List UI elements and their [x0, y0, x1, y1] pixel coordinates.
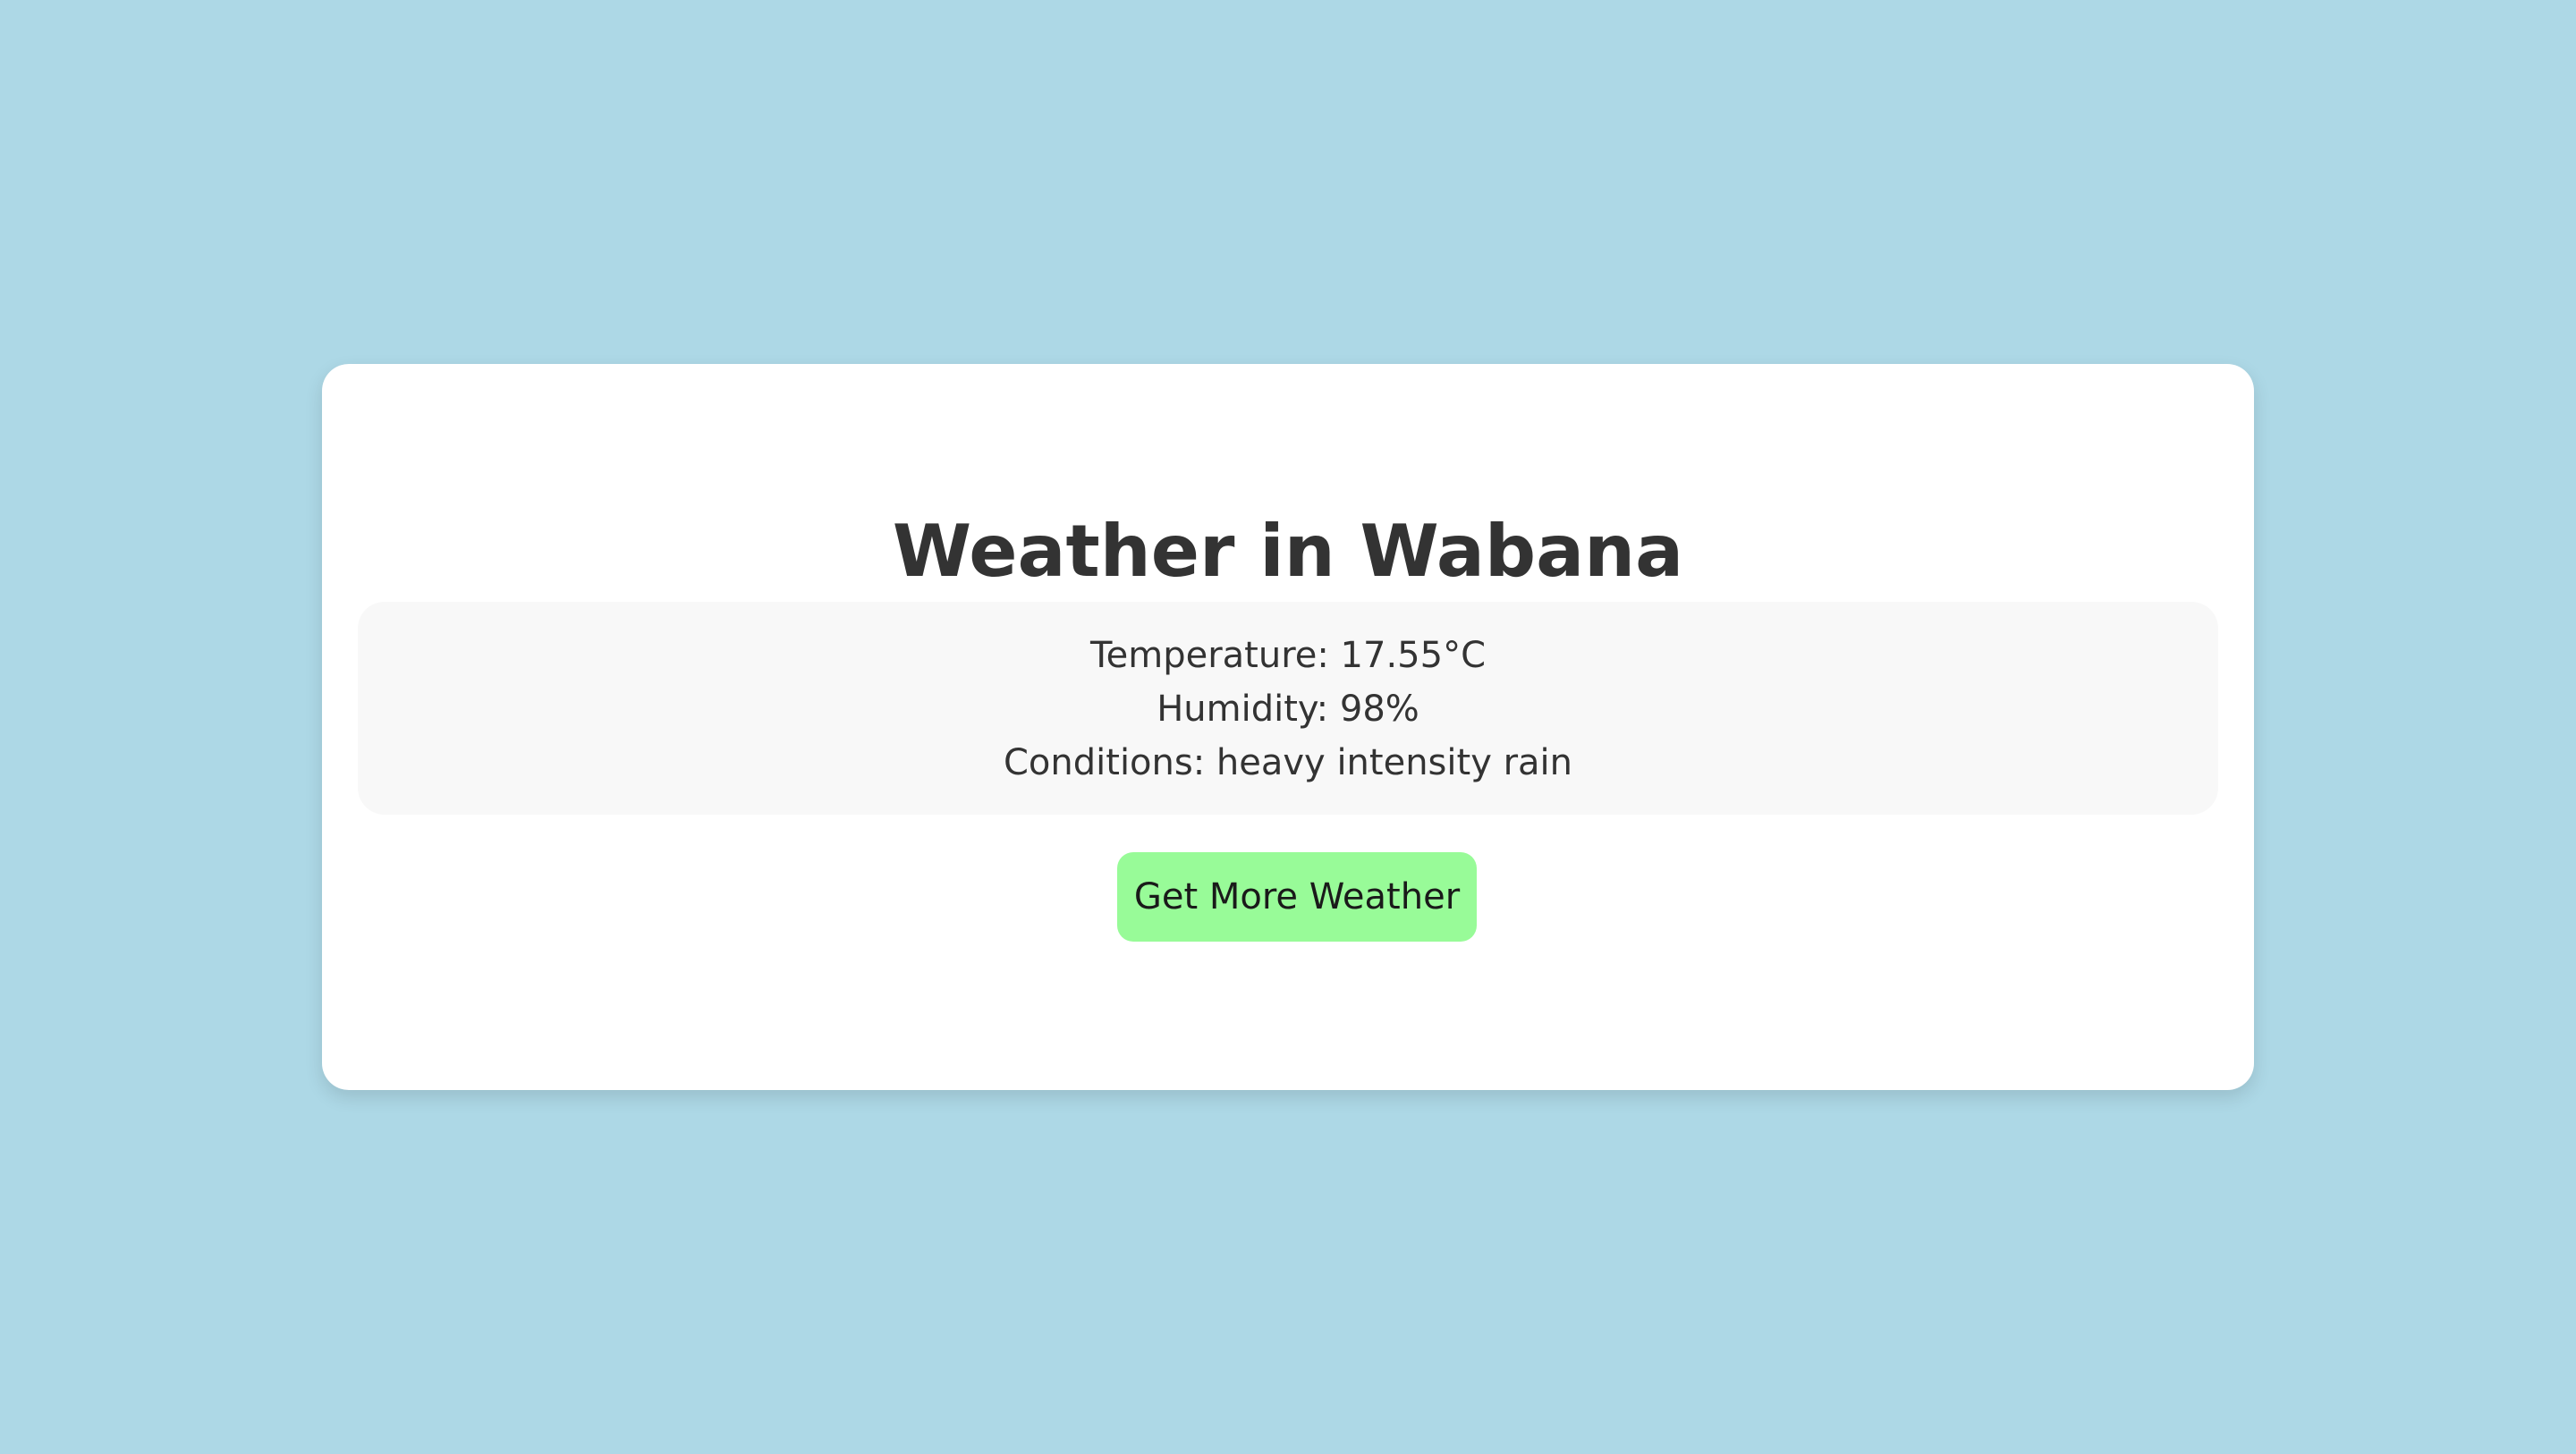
weather-info-panel: Temperature: 17.55°C Humidity: 98% Condi… [358, 602, 2218, 815]
weather-card: Weather in Wabana Temperature: 17.55°C H… [322, 364, 2254, 1090]
humidity-text: Humidity: 98% [1157, 689, 1419, 730]
page-title: Weather in Wabana [892, 510, 1684, 593]
get-more-weather-button[interactable]: Get More Weather [1117, 852, 1477, 942]
conditions-text: Conditions: heavy intensity rain [1004, 742, 1572, 783]
temperature-text: Temperature: 17.55°C [1089, 635, 1486, 676]
